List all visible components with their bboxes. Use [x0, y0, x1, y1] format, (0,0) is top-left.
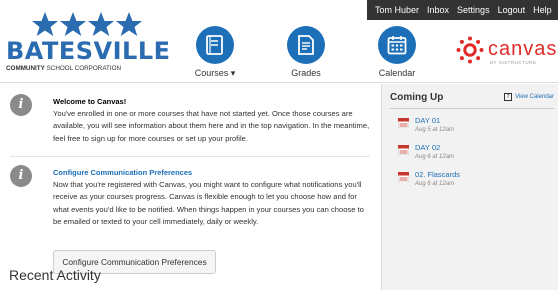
batesville-logo[interactable]: BATESVILLE COMMUNITY SCHOOL CORPORATION [4, 12, 170, 72]
info-icon: i [10, 165, 32, 187]
event-calendar-icon [398, 118, 409, 128]
canvas-wordmark: canvas [488, 38, 558, 60]
inbox-link[interactable]: Inbox [427, 5, 449, 15]
coming-up-sidebar: Coming Up 7 View Calendar DAY 01 Aug 5 a… [381, 84, 558, 290]
courses-icon [196, 26, 234, 64]
settings-link[interactable]: Settings [457, 5, 490, 15]
user-name-link[interactable]: Tom Huber [375, 5, 419, 15]
logo-sub-rest: SCHOOL CORPORATION [44, 65, 122, 72]
main-content: i Welcome to Canvas! You've enrolled in … [0, 84, 381, 290]
info-icon: i [10, 94, 32, 116]
help-link[interactable]: Help [533, 5, 552, 15]
recent-activity-heading: Recent Activity [9, 267, 101, 283]
event-date: Aug 6 at 12am [415, 181, 455, 187]
nav-courses[interactable]: Courses ▾ [185, 26, 245, 79]
welcome-text: You've enrolled in one or more courses t… [53, 109, 370, 143]
communication-text: Now that you're registered with Canvas, … [53, 180, 364, 226]
stars-icon [32, 12, 142, 36]
event-date: Aug 6 at 12am [415, 154, 455, 160]
event-title[interactable]: 02. Flascards [415, 170, 460, 179]
event-title[interactable]: DAY 01 [415, 116, 440, 125]
coming-up-title: Coming Up [390, 92, 444, 103]
calendar-small-icon: 7 [504, 93, 513, 101]
welcome-title: Welcome to Canvas! [53, 97, 127, 106]
nav-courses-label: Courses ▾ [194, 68, 236, 78]
logo-sub-bold: COMMUNITY [6, 65, 45, 72]
canvas-logo: canvas BY INSTRUCTURE [456, 36, 558, 72]
view-calendar-label: View Calendar [515, 94, 554, 100]
view-calendar-link[interactable]: 7 View Calendar [504, 93, 554, 101]
nav-calendar-label: Calendar [378, 68, 416, 78]
canvas-logo-icon [456, 36, 484, 64]
divider [390, 108, 554, 109]
logo-subtitle: COMMUNITY SCHOOL CORPORATION [6, 65, 121, 72]
event-calendar-icon [398, 172, 409, 182]
event-title[interactable]: DAY 02 [415, 143, 440, 152]
logo-name: BATESVILLE [6, 37, 171, 65]
welcome-alert: i Welcome to Canvas! You've enrolled in … [10, 91, 370, 157]
top-nav-bar: Tom Huber Inbox Settings Logout Help [367, 0, 558, 20]
logout-link[interactable]: Logout [498, 5, 526, 15]
nav-grades-label: Grades [291, 68, 321, 78]
event-date: Aug 5 at 12am [415, 127, 455, 133]
calendar-icon [378, 26, 416, 64]
canvas-byline: BY INSTRUCTURE [490, 60, 537, 65]
nav-calendar[interactable]: Calendar [367, 26, 427, 78]
communication-title-link[interactable]: Configure Communication Preferences [53, 168, 373, 178]
nav-grades[interactable]: Grades [276, 26, 336, 78]
grades-icon [287, 26, 325, 64]
event-calendar-icon [398, 145, 409, 155]
